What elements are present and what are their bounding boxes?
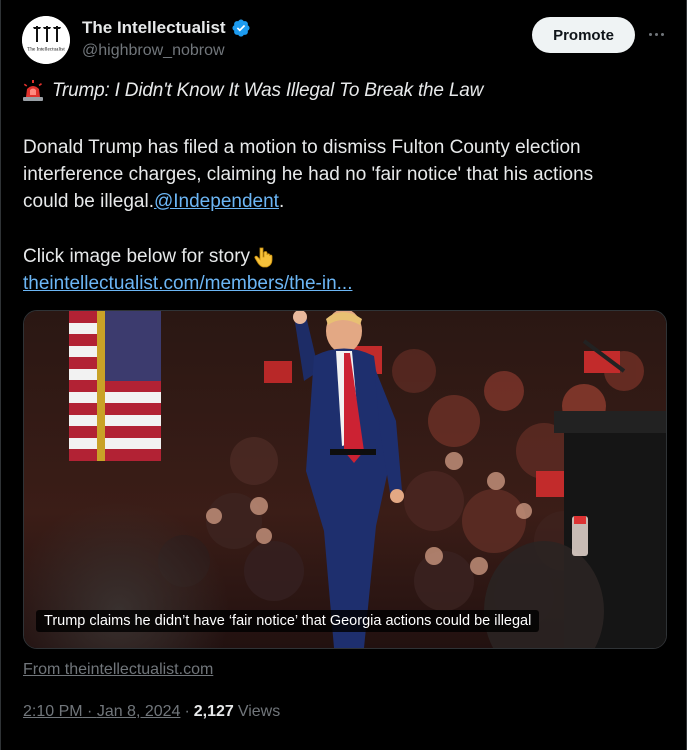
more-options-icon[interactable] <box>645 24 667 44</box>
views-label: Views <box>237 703 281 720</box>
post-body-line-1: Donald Trump has filed a motion to dismi… <box>23 137 581 158</box>
author-name-row[interactable]: The Intellectualist <box>82 18 251 38</box>
post-meta: 2:10 PM · Jan 8, 2024 · 2,127 Views <box>23 703 280 721</box>
logo-icon: The Intellectualist <box>22 16 70 64</box>
pointing-down-emoji-icon <box>254 247 273 267</box>
verified-badge-icon <box>232 19 250 37</box>
avatar-logo-text: The Intellectualist <box>27 47 65 53</box>
post-headline: Trump: I Didn't Know It Was Illegal To B… <box>22 80 483 102</box>
mention-link[interactable]: @Independent <box>154 191 279 212</box>
from-source-link[interactable]: From theintellectualist.com <box>23 661 213 679</box>
post-date[interactable]: Jan 8, 2024 <box>97 703 181 720</box>
media-caption: Trump claims he didn’t have ‘fair notice… <box>36 610 540 632</box>
rotating-light-emoji-icon <box>23 80 43 101</box>
story-link[interactable]: theintellectualist.com/members/the-in... <box>23 270 352 297</box>
post-body: Donald Trump has filed a motion to dismi… <box>23 134 653 215</box>
author-name[interactable]: The Intellectualist <box>82 18 226 38</box>
media-image-card[interactable]: Trump claims he didn’t have ‘fair notice… <box>23 310 667 649</box>
author-handle[interactable]: @highbrow_nobrow <box>82 42 225 60</box>
post-time[interactable]: 2:10 PM <box>23 703 83 720</box>
post-timestamp[interactable]: 2:10 PM · Jan 8, 2024 <box>23 703 180 721</box>
promote-button[interactable]: Promote <box>532 17 635 53</box>
click-prompt-text: Click image below for story <box>23 246 251 267</box>
click-prompt: Click image below for story <box>23 243 274 270</box>
headline-text: Trump: I Didn't Know It Was Illegal To B… <box>52 80 484 101</box>
rally-photo <box>24 311 666 648</box>
timestamp-separator: · <box>82 703 97 720</box>
avatar[interactable]: The Intellectualist <box>22 16 70 64</box>
post-body-line-2: interference charges, claiming he had no… <box>23 164 594 185</box>
mention-suffix: . <box>278 191 285 212</box>
post-body-line-3: could be illegal.@Independent. <box>23 188 653 215</box>
post-body-line-3-text: could be illegal. <box>23 191 154 212</box>
views-count[interactable]: 2,127 <box>194 703 234 721</box>
meta-separator: · <box>184 703 190 720</box>
